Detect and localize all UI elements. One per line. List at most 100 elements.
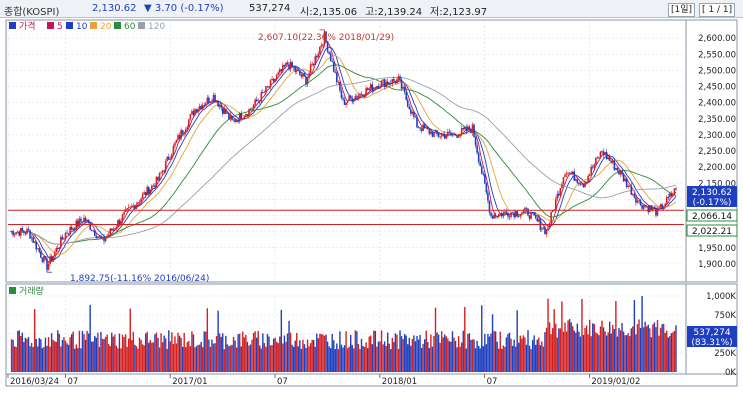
candle-body [241, 118, 244, 120]
volume-bar [598, 335, 600, 372]
candle-body [499, 213, 502, 215]
candle-body [359, 93, 361, 96]
current-price-tag-value: 2,130.62 [692, 188, 732, 198]
volume-bar [609, 321, 611, 372]
volume-bar [174, 336, 176, 372]
volume-bar [675, 325, 677, 372]
volume-bar [664, 332, 666, 372]
volume-bar [393, 341, 395, 372]
volume-bar [29, 346, 31, 372]
volume-bar [186, 342, 188, 372]
volume-bar [58, 333, 61, 372]
candle-body [613, 160, 616, 170]
volume-bar [636, 324, 639, 372]
candle-body [158, 173, 161, 181]
candle-body [514, 211, 517, 218]
volume-bar [383, 341, 386, 372]
legend-ma20-swatch [90, 22, 97, 29]
volume-bar [30, 342, 33, 372]
price-tick-label: 1,950.00 [698, 244, 736, 254]
volume-bar [399, 330, 401, 372]
volume-bar [132, 331, 135, 372]
volume-bar [104, 336, 107, 372]
volume-bar [37, 346, 39, 372]
x-tick-label: 07 [277, 377, 288, 387]
volume-bar [40, 339, 42, 372]
volume-bar [348, 346, 350, 372]
volume-bar [533, 335, 535, 372]
candle-body [373, 87, 375, 92]
volume-bar [129, 308, 131, 372]
candle-body [223, 108, 226, 114]
candle-body [630, 185, 633, 195]
volume-bar [70, 334, 73, 372]
volume-bar [521, 338, 523, 372]
volume-bar [525, 344, 528, 372]
candle-body [114, 228, 116, 230]
volume-bar [379, 341, 381, 372]
volume-bar [502, 345, 505, 372]
volume-bar [265, 346, 267, 372]
volume-bar [584, 328, 586, 372]
candle-body [18, 231, 21, 236]
volume-bar [188, 340, 190, 372]
candle-body [43, 256, 45, 262]
volume-bar [448, 341, 451, 372]
candle-body [521, 212, 523, 215]
volume-bar [23, 342, 25, 372]
volume-bar [172, 344, 175, 372]
candle-body [104, 238, 107, 242]
volume-bar [433, 335, 435, 372]
volume-bar [599, 326, 602, 372]
candle-body [30, 237, 33, 239]
candle-body [32, 237, 34, 243]
volume-bar [551, 328, 554, 372]
candle-body [166, 156, 169, 162]
candle-body [356, 96, 358, 98]
volume-bar [245, 334, 247, 372]
volume-bar [481, 305, 483, 372]
candle-body [477, 152, 480, 162]
candle-body [442, 134, 445, 136]
volume-bar [572, 326, 574, 372]
candle-body [72, 228, 75, 230]
volume-bar [61, 339, 64, 372]
candle-body [53, 251, 56, 256]
candle-body [235, 120, 238, 123]
volume-bar [669, 336, 671, 372]
volume-bar [464, 306, 466, 372]
volume-bar [588, 319, 591, 372]
candle-body [172, 145, 175, 155]
volume-bar [334, 349, 336, 372]
volume-bar [185, 347, 187, 372]
candle-body [619, 170, 622, 175]
candle-body [294, 67, 297, 72]
volume-bar [592, 323, 594, 372]
volume-bar [60, 346, 62, 372]
volume-bar [596, 333, 599, 372]
volume-bar [77, 348, 79, 372]
candle-body [482, 173, 485, 175]
candle-body [164, 161, 167, 171]
candle-body [385, 81, 387, 88]
candle-body [568, 172, 571, 174]
volume-bar [362, 345, 364, 372]
volume-bar [313, 340, 315, 372]
candle-body [84, 217, 87, 222]
legend-ma120-swatch [138, 22, 145, 29]
candle-body [590, 166, 593, 175]
volume-bar [100, 331, 102, 372]
volume-bar [305, 348, 307, 372]
candle-body [431, 131, 434, 137]
volume-bar [402, 339, 404, 372]
volume-bar [377, 341, 380, 372]
candle-body [393, 78, 395, 81]
volume-bar [559, 328, 562, 372]
volume-bar [490, 333, 492, 372]
candle-body [308, 73, 310, 78]
volume-bar [508, 332, 511, 372]
volume-bar [351, 344, 353, 372]
volume-bar [308, 346, 310, 372]
candle-body [245, 114, 247, 117]
candle-body [240, 112, 243, 120]
